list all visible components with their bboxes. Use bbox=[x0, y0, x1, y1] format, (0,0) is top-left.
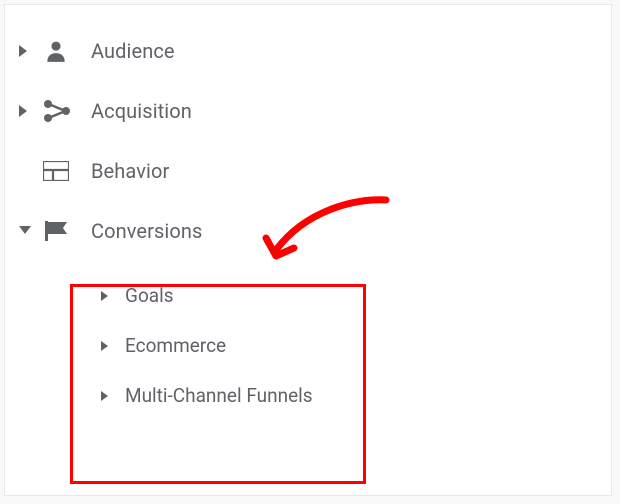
chevron-right-icon bbox=[101, 391, 125, 401]
nav-label-behavior: Behavior bbox=[91, 159, 169, 183]
subnav-label-multi-channel-funnels: Multi-Channel Funnels bbox=[125, 384, 313, 408]
nav-item-acquisition[interactable]: Acquisition bbox=[5, 81, 611, 141]
nav-item-conversions[interactable]: Conversions bbox=[5, 201, 611, 261]
subnav-label-goals: Goals bbox=[125, 284, 174, 308]
subnav-label-ecommerce: Ecommerce bbox=[125, 334, 226, 358]
nav-label-acquisition: Acquisition bbox=[91, 99, 192, 123]
conversions-subnav: Goals Ecommerce Multi-Channel Funnels bbox=[5, 261, 611, 421]
chevron-right-icon bbox=[19, 105, 37, 117]
conversions-icon bbox=[43, 219, 91, 243]
chevron-right-icon bbox=[101, 341, 125, 351]
subnav-item-multi-channel-funnels[interactable]: Multi-Channel Funnels bbox=[101, 371, 611, 421]
nav-label-conversions: Conversions bbox=[91, 219, 202, 243]
subnav-item-goals[interactable]: Goals bbox=[101, 271, 611, 321]
nav-label-audience: Audience bbox=[91, 39, 175, 63]
chevron-right-icon bbox=[101, 291, 125, 301]
behavior-icon bbox=[43, 161, 91, 181]
audience-icon bbox=[43, 38, 91, 64]
chevron-down-icon bbox=[19, 226, 37, 236]
sidebar-nav-panel: Audience Acquisition bbox=[4, 4, 612, 496]
acquisition-icon bbox=[43, 99, 91, 123]
chevron-right-icon bbox=[19, 45, 37, 57]
subnav-item-ecommerce[interactable]: Ecommerce bbox=[101, 321, 611, 371]
nav-item-audience[interactable]: Audience bbox=[5, 21, 611, 81]
nav-item-behavior[interactable]: Behavior bbox=[5, 141, 611, 201]
